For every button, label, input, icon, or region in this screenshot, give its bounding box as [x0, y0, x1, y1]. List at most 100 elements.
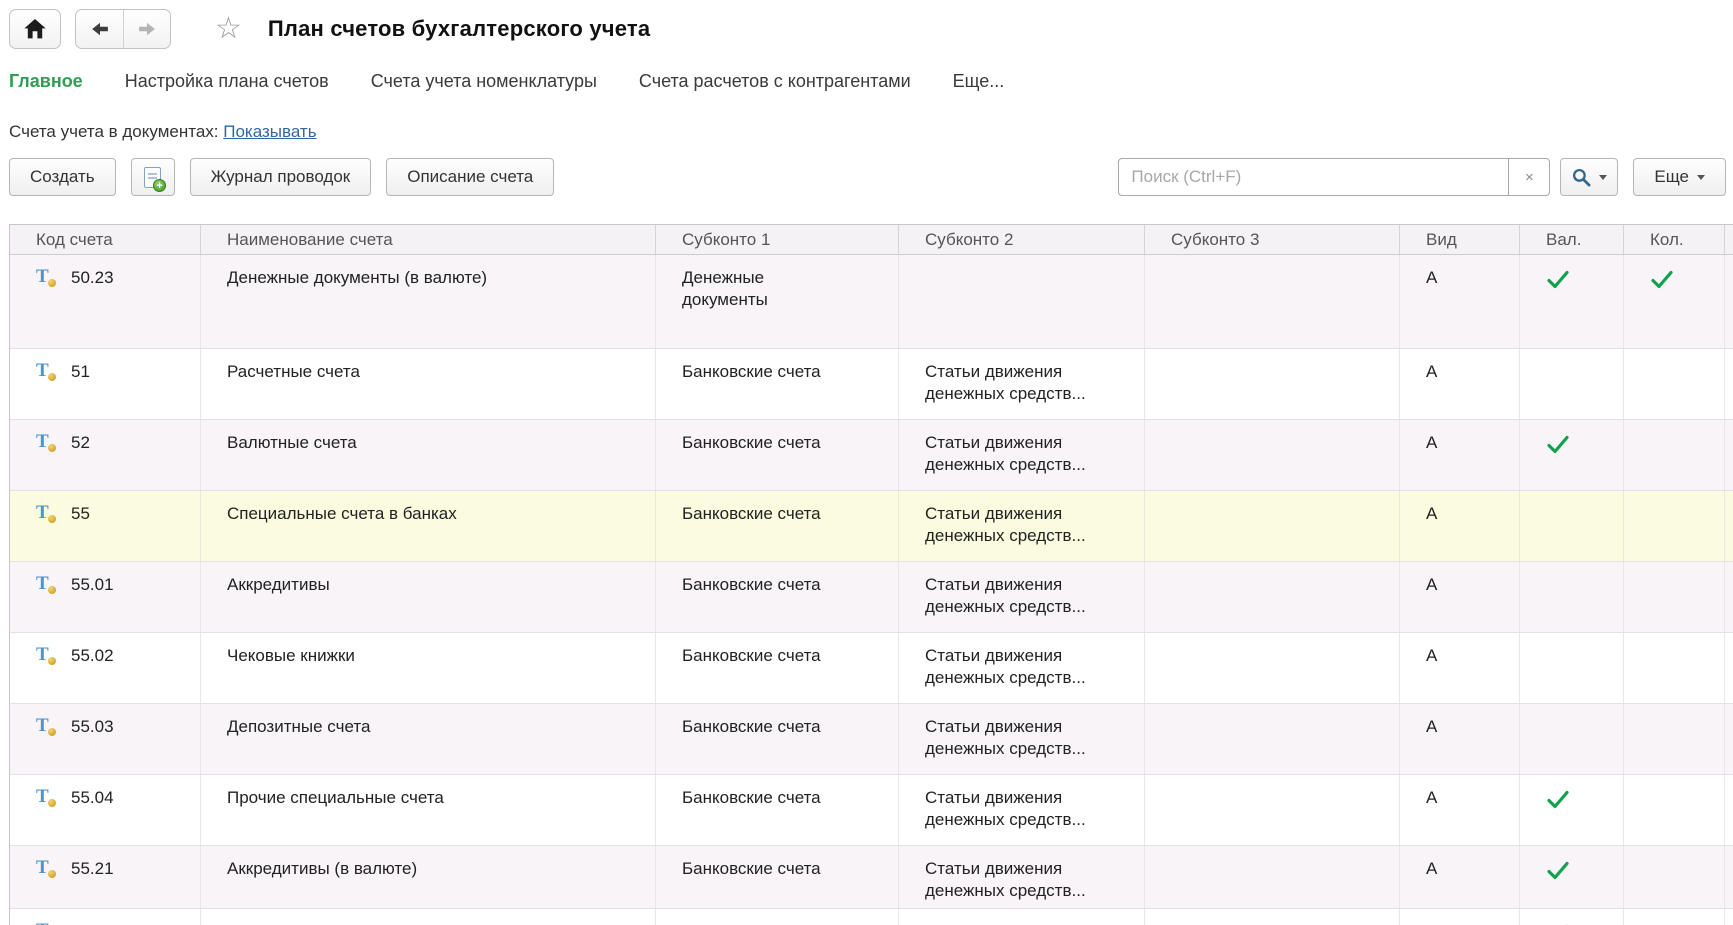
- search-input[interactable]: [1118, 158, 1508, 196]
- cell-account-code: Т55.03: [10, 704, 201, 774]
- favorite-star-icon[interactable]: ☆: [215, 14, 242, 44]
- accounts-table: Код счета Наименование счета Субконто 1 …: [9, 224, 1733, 925]
- account-code: 55.04: [71, 787, 114, 809]
- cell-subkonto1: Банковские счета: [656, 633, 899, 703]
- account-code: 55.23: [71, 921, 114, 925]
- search-clear-button[interactable]: ×: [1508, 158, 1550, 196]
- cell-kol: [1624, 420, 1725, 490]
- table-row[interactable]: Т55.21Аккредитивы (в валюте)Банковские с…: [10, 846, 1733, 909]
- cell-kol: [1624, 909, 1725, 925]
- cell-account-name: Аккредитивы: [201, 562, 656, 632]
- cell-subkonto3: [1145, 633, 1400, 703]
- cell-account-name: Депозитные счета: [201, 704, 656, 774]
- account-icon: Т: [36, 360, 56, 382]
- column-header-subkonto3[interactable]: Субконто 3: [1145, 225, 1400, 254]
- cell-extra: [1725, 909, 1733, 925]
- documents-accounts-row: Счета учета в документах: Показывать: [0, 122, 1733, 142]
- table-row[interactable]: Т55.01АккредитивыБанковские счетаСтатьи …: [10, 562, 1733, 633]
- cell-extra: [1725, 491, 1733, 561]
- cell-account-code: Т 50.23: [10, 255, 201, 348]
- cell-subkonto2: Статьи движения денежных средств...: [899, 562, 1145, 632]
- cell-account-code: Т52: [10, 420, 201, 490]
- history-nav-group: [75, 9, 171, 49]
- cell-subkonto2: Статьи движения денежных средств...: [899, 909, 1145, 925]
- menu-item-scheta-nomenklatury[interactable]: Счета учета номенклатуры: [371, 71, 597, 92]
- chevron-down-icon: [1697, 175, 1705, 180]
- magnifier-icon: [1572, 168, 1591, 187]
- account-code: 55.03: [71, 716, 114, 738]
- cell-subkonto2: Статьи движения денежных средств...: [899, 349, 1145, 419]
- cell-vid: А: [1400, 704, 1520, 774]
- forward-button[interactable]: [123, 10, 170, 48]
- cell-subkonto3: [1145, 420, 1400, 490]
- menu-item-nastroyka-plana[interactable]: Настройка плана счетов: [125, 71, 329, 92]
- account-code: 50.23: [71, 267, 114, 289]
- cell-val: [1520, 491, 1624, 561]
- cell-kol: [1624, 846, 1725, 908]
- table-row[interactable]: Т55Специальные счета в банкахБанковские …: [10, 491, 1733, 562]
- cell-subkonto3: [1145, 846, 1400, 908]
- cell-subkonto3: [1145, 775, 1400, 845]
- column-header-kol[interactable]: Кол.: [1624, 225, 1725, 254]
- account-code: 55.01: [71, 574, 114, 596]
- cell-subkonto2: Статьи движения денежных средств...: [899, 420, 1145, 490]
- more-button-label: Еще: [1654, 167, 1689, 187]
- home-button[interactable]: [9, 9, 61, 49]
- chevron-down-icon: [1599, 175, 1607, 180]
- cell-extra: [1725, 349, 1733, 419]
- column-header-subkonto2[interactable]: Субконто 2: [899, 225, 1145, 254]
- check-icon: [1546, 790, 1570, 809]
- cell-subkonto2: Статьи движения денежных средств...: [899, 491, 1145, 561]
- show-link[interactable]: Показывать: [223, 122, 316, 141]
- column-header-extra: [1725, 225, 1733, 254]
- cell-subkonto1: Банковские счета: [656, 491, 899, 561]
- cell-extra: [1725, 633, 1733, 703]
- chart-of-accounts-window: ☆ План счетов бухгалтерского учета Главн…: [0, 0, 1733, 925]
- back-button[interactable]: [76, 10, 123, 48]
- cell-vid: А: [1400, 633, 1520, 703]
- cell-val: [1520, 704, 1624, 774]
- menu-item-scheta-kontragentov[interactable]: Счета расчетов с контрагентами: [639, 71, 911, 92]
- column-header-val[interactable]: Вал.: [1520, 225, 1624, 254]
- cell-vid: А: [1400, 909, 1520, 925]
- check-icon: [1546, 270, 1570, 289]
- table-row[interactable]: Т55.04Прочие специальные счетаБанковские…: [10, 775, 1733, 846]
- create-group-button[interactable]: +: [131, 158, 175, 196]
- account-icon: Т: [36, 266, 56, 288]
- table-row[interactable]: Т55.02Чековые книжкиБанковские счетаСтат…: [10, 633, 1733, 704]
- cell-subkonto1: Банковские счета: [656, 704, 899, 774]
- column-header-subkonto1[interactable]: Субконто 1: [656, 225, 899, 254]
- column-header-name[interactable]: Наименование счета: [201, 225, 656, 254]
- table-more-button[interactable]: Еще: [1633, 158, 1726, 196]
- account-icon: Т: [36, 502, 56, 524]
- cell-account-name: Денежные документы (в валюте): [201, 255, 656, 348]
- column-header-code[interactable]: Код счета: [10, 225, 201, 254]
- cell-account-name: Аккредитивы (в валюте): [201, 846, 656, 908]
- cell-kol: [1624, 704, 1725, 774]
- table-row[interactable]: Т52Валютные счетаБанковские счетаСтатьи …: [10, 420, 1733, 491]
- cell-extra: [1725, 562, 1733, 632]
- cell-vid: А: [1400, 846, 1520, 908]
- journal-button[interactable]: Журнал проводок: [190, 158, 372, 196]
- menu-item-glavnoe[interactable]: Главное: [9, 71, 83, 92]
- cell-kol: [1624, 633, 1725, 703]
- table-row[interactable]: Т50.23Денежные документы (в валюте)Денеж…: [10, 255, 1733, 349]
- table-row[interactable]: Т55.03Депозитные счетаБанковские счетаСт…: [10, 704, 1733, 775]
- cell-vid: А: [1400, 255, 1520, 348]
- account-code: 55.21: [71, 858, 114, 880]
- account-description-button[interactable]: Описание счета: [386, 158, 554, 196]
- table-row[interactable]: Т55.23Депозитные счета (в валюте)Банковс…: [10, 909, 1733, 925]
- cell-subkonto1: Банковские счета: [656, 846, 899, 908]
- cell-val: [1520, 909, 1624, 925]
- cell-extra: [1725, 420, 1733, 490]
- search-options-button[interactable]: [1560, 158, 1618, 196]
- cell-subkonto3: [1145, 349, 1400, 419]
- create-button[interactable]: Создать: [9, 158, 116, 196]
- cell-kol: [1624, 255, 1725, 348]
- table-row[interactable]: Т51Расчетные счетаБанковские счетаСтатьи…: [10, 349, 1733, 420]
- cell-subkonto1: Банковские счета: [656, 909, 899, 925]
- cell-extra: [1725, 775, 1733, 845]
- column-header-vid[interactable]: Вид: [1400, 225, 1520, 254]
- menu-item-more[interactable]: Еще...: [953, 71, 1005, 92]
- account-icon: Т: [36, 786, 56, 808]
